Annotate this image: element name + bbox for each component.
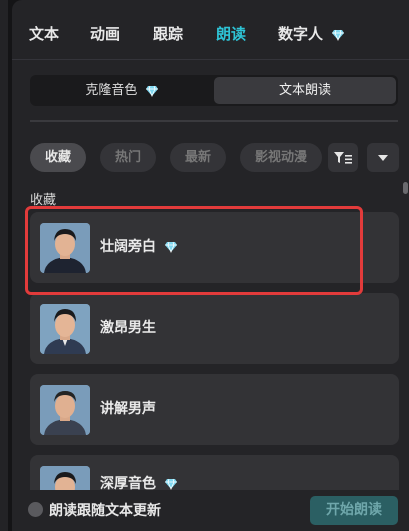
voice-name: 讲解男声 bbox=[100, 401, 156, 417]
voice-avatar bbox=[40, 223, 90, 273]
top-tabs: 文本 动画 跟踪 朗读 数字人 bbox=[12, 16, 409, 52]
filter-chip-hot[interactable]: 热门 bbox=[100, 143, 157, 172]
section-divider bbox=[30, 120, 398, 122]
diamond-icon bbox=[332, 29, 345, 41]
section-title: 收藏 bbox=[30, 193, 57, 208]
voice-name: 激昂男生 bbox=[100, 320, 156, 336]
caret-down-icon bbox=[378, 154, 388, 161]
category-filters: 收藏 热门 最新 影视动漫 bbox=[30, 143, 330, 172]
reading-panel: 文本 动画 跟踪 朗读 数字人 克隆音色 文本朗读 收藏 热门 最新 影视动漫 … bbox=[12, 0, 409, 531]
tab-tracking[interactable]: 跟踪 bbox=[153, 16, 183, 52]
voice-card[interactable]: 壮阔旁白 bbox=[30, 212, 399, 283]
follow-text-label: 朗读跟随文本更新 bbox=[49, 503, 161, 519]
follow-text-checkbox[interactable] bbox=[28, 502, 43, 517]
tab-label: 数字人 bbox=[278, 25, 324, 43]
voice-avatar bbox=[40, 385, 90, 435]
diamond-icon bbox=[164, 478, 177, 490]
tab-text[interactable]: 文本 bbox=[29, 16, 59, 52]
mode-switch: 克隆音色 文本朗读 bbox=[30, 75, 398, 106]
text-to-speech-button[interactable]: 文本朗读 bbox=[214, 77, 396, 104]
tab-digital-human[interactable]: 数字人 bbox=[278, 16, 345, 52]
tab-label: 动画 bbox=[90, 25, 121, 43]
tab-label: 文本 bbox=[29, 25, 60, 43]
filter-list-icon bbox=[334, 151, 352, 164]
filter-chip-latest[interactable]: 最新 bbox=[170, 143, 227, 172]
tab-label: 跟踪 bbox=[153, 25, 184, 43]
left-panel-edge bbox=[0, 0, 8, 531]
start-reading-button[interactable]: 开始朗读 bbox=[310, 496, 398, 525]
tab-read-aloud[interactable]: 朗读 bbox=[216, 16, 246, 52]
clone-voice-label: 克隆音色 bbox=[85, 83, 138, 98]
tab-label: 朗读 bbox=[216, 25, 247, 43]
filter-button[interactable] bbox=[328, 143, 358, 172]
filter-chip-film-anime[interactable]: 影视动漫 bbox=[240, 143, 323, 172]
more-options-dropdown[interactable] bbox=[367, 143, 399, 172]
text-to-speech-label: 文本朗读 bbox=[278, 83, 331, 98]
tab-divider bbox=[12, 59, 409, 60]
scrollbar-thumb[interactable] bbox=[403, 182, 408, 194]
clone-voice-button[interactable]: 克隆音色 bbox=[32, 77, 212, 104]
footer-bar: 朗读跟随文本更新 开始朗读 bbox=[12, 490, 409, 531]
voice-avatar bbox=[40, 304, 90, 354]
filter-chip-favorites[interactable]: 收藏 bbox=[30, 143, 87, 172]
voice-card[interactable]: 讲解男声 bbox=[30, 374, 399, 445]
tab-animation[interactable]: 动画 bbox=[90, 16, 120, 52]
voice-name-wrapper: 壮阔旁白 bbox=[100, 212, 178, 283]
diamond-icon bbox=[145, 85, 158, 97]
diamond-icon bbox=[164, 241, 177, 253]
voice-card[interactable]: 激昂男生 bbox=[30, 293, 399, 364]
voice-name: 壮阔旁白 bbox=[100, 239, 156, 255]
